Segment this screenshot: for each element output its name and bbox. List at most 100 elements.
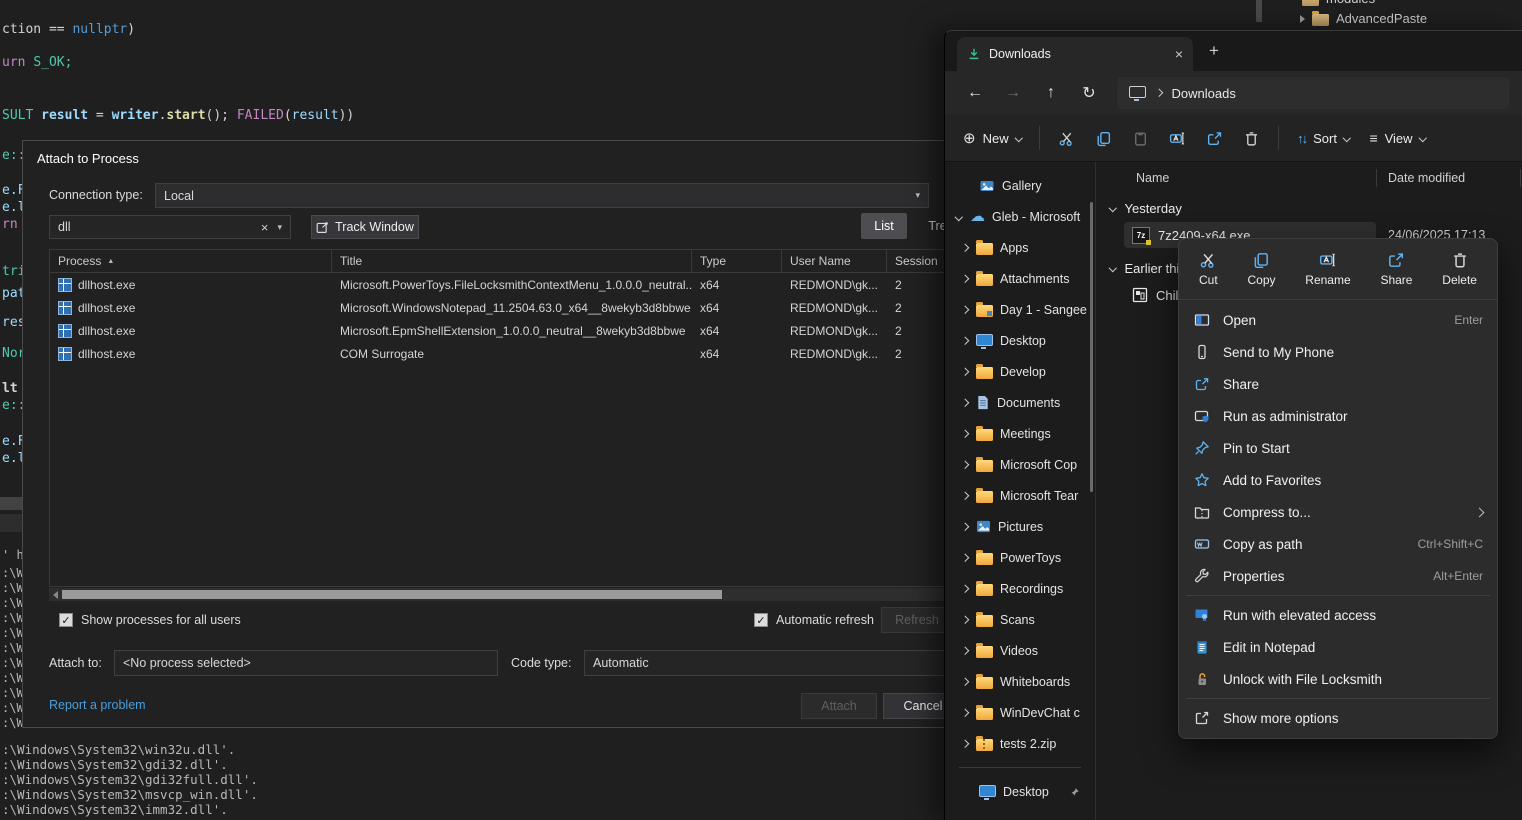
sidebar-item-attachments[interactable]: Attachments [945, 263, 1095, 294]
column-date-modified[interactable]: Date modified [1388, 171, 1465, 185]
cut-button[interactable] [1048, 121, 1085, 155]
sidebar-item-meetings[interactable]: Meetings [945, 418, 1095, 449]
report-problem-link[interactable]: Report a problem [49, 698, 146, 712]
sidebar-item-day1[interactable]: Day 1 - Sangee [945, 294, 1095, 325]
checkbox-checked-icon[interactable]: ✓ [59, 613, 73, 627]
sort-button[interactable]: ↑↓ Sort [1287, 121, 1359, 155]
sidebar-item-whiteboards[interactable]: Whiteboards [945, 666, 1095, 697]
rename-button[interactable] [1159, 121, 1196, 155]
chevron-right-icon[interactable] [961, 244, 969, 252]
chevron-right-icon[interactable] [961, 337, 969, 345]
refresh-button[interactable]: Refresh [881, 607, 953, 633]
menu-item-unlock-file-locksmith[interactable]: Unlock with File Locksmith [1184, 663, 1492, 695]
tree-item-modules[interactable]: modules [1302, 0, 1375, 6]
sidebar-item-onedrive[interactable]: ☁ Gleb - Microsoft [945, 201, 1095, 232]
chevron-right-icon[interactable] [961, 554, 969, 562]
menu-item-run-as-administrator[interactable]: Run as administrator [1184, 400, 1492, 432]
chevron-down-icon[interactable]: ▾ [277, 222, 282, 233]
chevron-right-icon[interactable] [961, 678, 969, 686]
chevron-right-icon[interactable] [961, 740, 969, 748]
menu-item-compress-to[interactable]: Compress to... [1184, 496, 1492, 528]
menu-item-pin-to-start[interactable]: Pin to Start [1184, 432, 1492, 464]
forward-button[interactable]: → [997, 77, 1029, 109]
sidebar-item-microsoft-teams[interactable]: Microsoft Tear [945, 480, 1095, 511]
process-row[interactable]: dllhost.exe Microsoft.PowerToys.FileLock… [50, 273, 950, 296]
chevron-right-icon[interactable] [961, 306, 969, 314]
menu-item-add-to-favorites[interactable]: Add to Favorites [1184, 464, 1492, 496]
sidebar-item-windevchat[interactable]: WinDevChat c [945, 697, 1095, 728]
menu-item-send-to-phone[interactable]: Send to My Phone [1184, 336, 1492, 368]
new-button[interactable]: ⊕ New [953, 121, 1031, 155]
nav-scrollbar[interactable] [1090, 202, 1093, 492]
sidebar-item-develop[interactable]: Develop [945, 356, 1095, 387]
process-filter-input[interactable]: dll × ▾ [49, 215, 291, 239]
sidebar-item-documents[interactable]: Documents [945, 387, 1095, 418]
chevron-down-icon[interactable] [1109, 204, 1117, 212]
chevron-right-icon[interactable] [961, 368, 969, 376]
chevron-right-icon[interactable] [961, 616, 969, 624]
quick-cut-button[interactable]: Cut [1199, 251, 1218, 287]
chevron-right-icon[interactable] [961, 709, 969, 717]
menu-item-properties[interactable]: Properties Alt+Enter [1184, 560, 1492, 592]
chevron-right-icon[interactable] [961, 461, 969, 469]
menu-item-show-more-options[interactable]: Show more options [1184, 702, 1492, 734]
track-window-button[interactable]: Track Window [311, 215, 419, 239]
quick-copy-button[interactable]: Copy [1247, 251, 1275, 287]
copy-button[interactable] [1085, 121, 1122, 155]
group-yesterday[interactable]: Yesterday [1096, 194, 1522, 222]
chevron-down-icon[interactable] [1109, 264, 1117, 272]
sidebar-item-videos[interactable]: Videos [945, 635, 1095, 666]
chevron-right-icon[interactable] [961, 430, 969, 438]
sidebar-item-tests-zip[interactable]: tests 2.zip [945, 728, 1095, 759]
menu-item-run-elevated[interactable]: Run with elevated access [1184, 599, 1492, 631]
view-list-toggle[interactable]: List [861, 213, 907, 239]
sidebar-item-pictures[interactable]: Pictures [945, 511, 1095, 542]
process-row[interactable]: dllhost.exe Microsoft.WindowsNotepad_11.… [50, 296, 950, 319]
chevron-right-icon[interactable] [961, 585, 969, 593]
attach-button[interactable]: Attach [801, 693, 877, 719]
quick-rename-button[interactable]: Rename [1305, 251, 1350, 287]
sidebar-item-apps[interactable]: Apps [945, 232, 1095, 263]
paste-button[interactable] [1122, 121, 1159, 155]
chevron-right-icon[interactable] [961, 492, 969, 500]
share-button[interactable] [1196, 121, 1233, 155]
code-type-field[interactable]: Automatic [584, 650, 952, 676]
process-row[interactable]: dllhost.exe COM Surrogate x64 REDMOND\gk… [50, 342, 950, 365]
table-hscrollbar[interactable] [49, 588, 951, 601]
sidebar-item-recordings[interactable]: Recordings [945, 573, 1095, 604]
chevron-right-icon[interactable] [961, 275, 969, 283]
process-table-header[interactable]: Process▲ Title Type User Name Session [50, 250, 950, 273]
connection-type-select[interactable]: Local ▾ [155, 183, 929, 208]
chevron-right-icon[interactable] [961, 399, 969, 407]
menu-item-open[interactable]: Open Enter [1184, 304, 1492, 336]
tree-item-advancedpaste[interactable]: AdvancedPaste [1300, 11, 1427, 26]
up-button[interactable]: ↑ [1035, 77, 1067, 109]
close-tab-icon[interactable]: × [1175, 46, 1183, 62]
new-tab-icon[interactable]: + [1209, 41, 1219, 61]
menu-item-share[interactable]: Share [1184, 368, 1492, 400]
sidebar-item-gallery[interactable]: Gallery [945, 170, 1095, 201]
column-name[interactable]: Name [1096, 171, 1169, 185]
column-separator[interactable] [1376, 169, 1377, 187]
show-all-users-checkbox[interactable]: ✓ Show processes for all users [59, 613, 241, 627]
sidebar-item-powertoys[interactable]: PowerToys [945, 542, 1095, 573]
refresh-button[interactable]: ↻ [1073, 77, 1105, 109]
sidebar-item-scans[interactable]: Scans [945, 604, 1095, 635]
sidebar-item-microsoft-copilot[interactable]: Microsoft Cop [945, 449, 1095, 480]
chevron-right-icon[interactable] [961, 523, 969, 531]
auto-refresh-checkbox[interactable]: ✓ Automatic refresh [754, 613, 874, 627]
delete-button[interactable] [1233, 121, 1270, 155]
sidebar-item-desktop[interactable]: Desktop [945, 325, 1095, 356]
quick-delete-button[interactable]: Delete [1442, 251, 1477, 287]
scrollbar-thumb[interactable] [62, 590, 722, 599]
address-box[interactable]: Downloads [1117, 77, 1509, 109]
menu-item-edit-in-notepad[interactable]: Edit in Notepad [1184, 631, 1492, 663]
checkbox-checked-icon[interactable]: ✓ [754, 613, 768, 627]
back-button[interactable]: ← [959, 77, 991, 109]
scrollbar[interactable] [1256, 0, 1262, 22]
clear-filter-icon[interactable]: × [261, 220, 269, 235]
explorer-tab-downloads[interactable]: Downloads × [957, 37, 1193, 71]
scroll-left-icon[interactable] [53, 591, 58, 599]
chevron-right-icon[interactable] [961, 647, 969, 655]
sidebar-item-desktop-pinned[interactable]: Desktop [945, 776, 1095, 807]
